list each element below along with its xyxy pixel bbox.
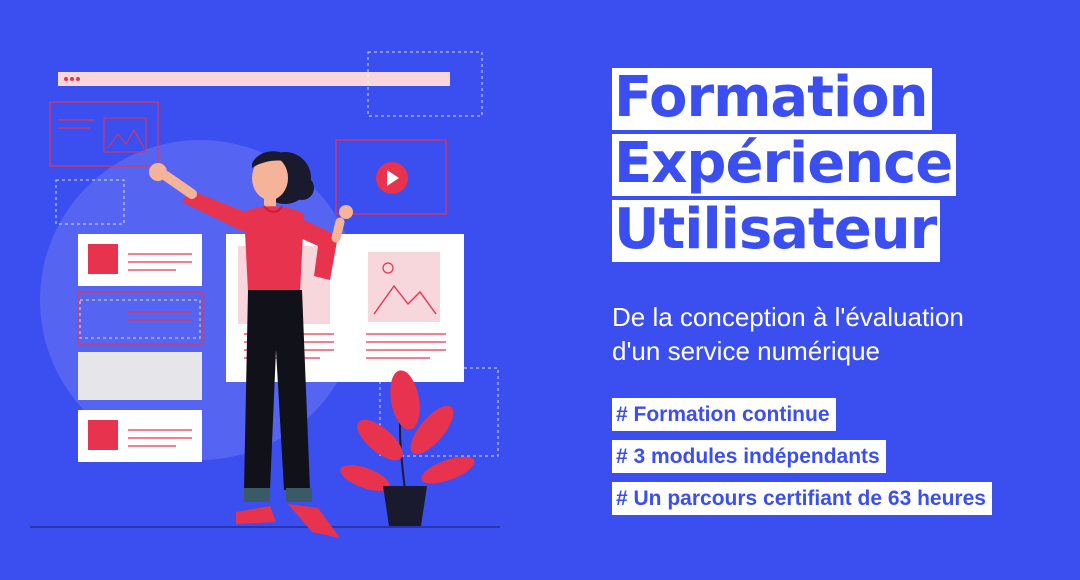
page-title: Formation Expérience Utilisateur xyxy=(612,68,1062,266)
tag-parcours-certifiant: # Un parcours certifiant de 63 heures xyxy=(612,482,992,515)
tag-modules: # 3 modules indépendants xyxy=(612,440,886,473)
title-line-2: Expérience xyxy=(612,134,957,196)
browser-dot-2 xyxy=(70,77,74,81)
browser-dot-3 xyxy=(76,77,80,81)
image-placeholder xyxy=(368,252,440,322)
title-line-1: Formation xyxy=(612,68,932,130)
subtitle: De la conception à l'évaluation d'un ser… xyxy=(612,300,1062,368)
subtitle-line-2: d'un service numérique xyxy=(612,336,880,366)
plant-illustration xyxy=(340,370,475,526)
tag-formation-continue: # Formation continue xyxy=(612,398,836,431)
list-card-3-gray xyxy=(78,352,202,400)
browser-dot-1 xyxy=(64,77,68,81)
text-column: Formation Expérience Utilisateur De la c… xyxy=(612,68,1062,524)
wire-image-small xyxy=(103,117,147,153)
subtitle-line-1: De la conception à l'évaluation xyxy=(612,302,964,332)
browser-bar xyxy=(58,72,450,86)
ux-illustration xyxy=(30,51,500,538)
tag-list: # Formation continue # 3 modules indépen… xyxy=(612,398,1062,524)
wire-mountain-small xyxy=(107,128,145,149)
title-line-3: Utilisateur xyxy=(612,200,941,262)
